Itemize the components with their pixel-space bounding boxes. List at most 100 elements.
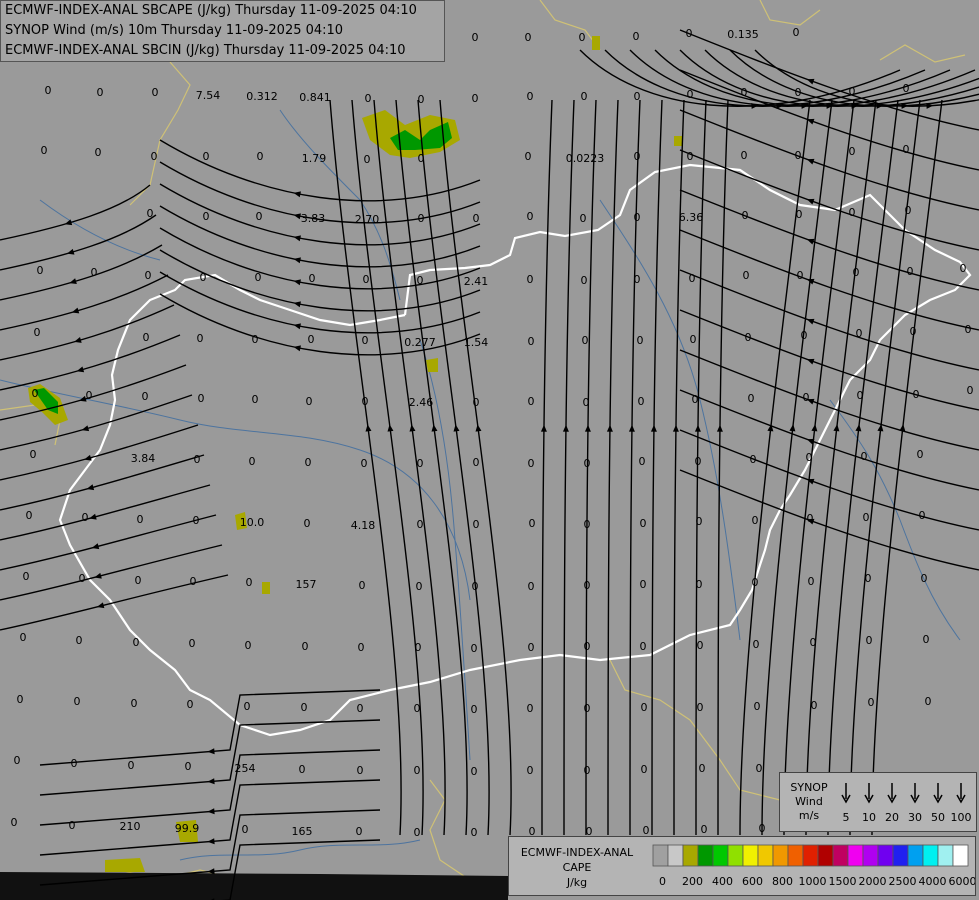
cin-value-label: 0 <box>20 631 27 644</box>
cin-value-label: 0 <box>26 509 33 522</box>
cin-value-label: 0 <box>868 696 875 709</box>
cin-value-label: 0 <box>194 453 201 466</box>
cin-value-label: 0 <box>417 274 424 287</box>
cin-value-label: 0 <box>197 332 204 345</box>
cape-colorbar-swatch <box>892 844 909 867</box>
cin-value-label: 0 <box>803 391 810 404</box>
cape-colorbar: 0 200 400 600 800 1000 1500 2000 2500 4000 6000 <box>652 844 975 888</box>
cin-value-label: 0 <box>17 693 24 706</box>
cin-value-label: 0 <box>582 334 589 347</box>
cin-value-label: 0 <box>756 762 763 775</box>
cin-value-label: 0 <box>471 765 478 778</box>
wind-legend-speed-label: 10 <box>862 811 876 824</box>
cin-value-label: 0 <box>309 272 316 285</box>
cape-colorbar-swatch <box>697 844 714 867</box>
cin-value-label: 0 <box>910 325 917 338</box>
cin-value-label: 0 <box>853 266 860 279</box>
cin-value-label: 0 <box>472 580 479 593</box>
cin-value-label: 0 <box>41 144 48 157</box>
cin-value-label: 0.841 <box>299 91 331 104</box>
cape-legend-unit: J/kg <box>566 876 588 889</box>
cin-value-label: 0 <box>200 271 207 284</box>
cin-value-label: 0 <box>752 514 759 527</box>
cin-value-label: 0 <box>301 701 308 714</box>
cape-colorbar-tick-label: 0 <box>659 875 666 888</box>
cin-value-label: 0 <box>742 209 749 222</box>
cin-value-label: 0 <box>34 326 41 339</box>
cin-value-label: 0 <box>473 396 480 409</box>
cin-value-label: 3.83 <box>301 212 326 225</box>
cin-value-label: 0 <box>690 333 697 346</box>
cin-value-label: 0 <box>82 511 89 524</box>
cin-value-label: 0 <box>692 393 699 406</box>
cin-value-label: 0 <box>23 570 30 583</box>
cin-value-label: 0 <box>640 640 647 653</box>
cin-value-label: 0 <box>528 641 535 654</box>
cape-colorbar-swatch <box>757 844 774 867</box>
cin-value-label: 0 <box>69 819 76 832</box>
cin-value-label: 0 <box>741 149 748 162</box>
cin-value-label: 0 <box>634 211 641 224</box>
cin-value-label: 0 <box>527 702 534 715</box>
cape-colorbar-swatch <box>832 844 849 867</box>
cin-value-label: 0 <box>528 580 535 593</box>
cin-value-label: 0 <box>960 262 967 275</box>
cape-colorbar-tick-label: 1500 <box>829 875 857 888</box>
cin-value-label: 6.36 <box>679 211 704 224</box>
cape-colorbar-swatch <box>712 844 729 867</box>
cin-value-label: 0 <box>527 273 534 286</box>
cin-value-label: 0 <box>145 269 152 282</box>
wind-legend-speed-label: 30 <box>908 811 922 824</box>
cin-value-label: 0 <box>750 453 757 466</box>
cin-value-label: 0 <box>306 395 313 408</box>
cin-value-label: 0 <box>965 323 972 336</box>
cin-value-label: 0 <box>473 456 480 469</box>
cin-value-label: 0 <box>759 822 766 835</box>
cin-value-label: 10.0 <box>240 516 265 529</box>
cape-legend-title-line1: ECMWF-INDEX-ANAL <box>520 846 634 859</box>
cin-value-label: 0 <box>185 760 192 773</box>
cin-value-label: 0 <box>907 265 914 278</box>
cin-value-label: 0 <box>242 823 249 836</box>
cin-value-label: 0 <box>637 334 644 347</box>
cin-value-label: 0 <box>866 634 873 647</box>
cin-value-label: 0 <box>743 269 750 282</box>
header-wind-line: SYNOP Wind (m/s) 10m Thursday 11-09-2025… <box>5 23 344 38</box>
cin-value-label: 0 <box>753 638 760 651</box>
cin-value-label: 0 <box>795 86 802 99</box>
cape-colorbar-tick-label: 1000 <box>799 875 827 888</box>
cin-value-label: 0 <box>356 825 363 838</box>
cin-value-label: 0 <box>71 757 78 770</box>
cin-value-label: 0 <box>418 212 425 225</box>
cin-value-label: 0 <box>359 579 366 592</box>
cin-value-label: 0 <box>525 150 532 163</box>
cin-value-label: 0 <box>190 575 197 588</box>
cin-value-label: 0 <box>30 448 37 461</box>
cin-value-label: 0 <box>917 448 924 461</box>
cin-value-label: 0 <box>97 86 104 99</box>
cin-value-label: 0 <box>142 390 149 403</box>
cin-value-label: 99.9 <box>175 822 200 835</box>
cin-value-label: 0 <box>189 637 196 650</box>
cin-value-label: 0 <box>357 702 364 715</box>
cin-value-label: 0 <box>135 574 142 587</box>
cin-value-label: 1.79 <box>302 152 327 165</box>
cin-value-label: 0 <box>203 150 210 163</box>
cin-value-label: 0 <box>641 701 648 714</box>
cin-value-label: 0.277 <box>404 336 436 349</box>
cin-value-label: 0 <box>414 764 421 777</box>
cin-value-label: 0 <box>687 88 694 101</box>
cin-value-label: 0 <box>257 150 264 163</box>
map-header: ECMWF-INDEX-ANAL SBCAPE (J/kg) Thursday … <box>0 0 445 62</box>
cape-colorbar-swatch <box>772 844 789 867</box>
cape-colorbar-tick-label: 2000 <box>859 875 887 888</box>
cin-value-label: 0 <box>252 333 259 346</box>
cin-value-label: 0 <box>967 384 974 397</box>
cin-value-label: 0 <box>471 826 478 839</box>
cin-value-label: 0 <box>849 206 856 219</box>
cin-value-label: 0 <box>583 396 590 409</box>
cape-colorbar-swatch <box>727 844 744 867</box>
cin-value-label: 0 <box>865 572 872 585</box>
cin-value-label: 0 <box>472 31 479 44</box>
cin-value-label: 0 <box>32 387 39 400</box>
